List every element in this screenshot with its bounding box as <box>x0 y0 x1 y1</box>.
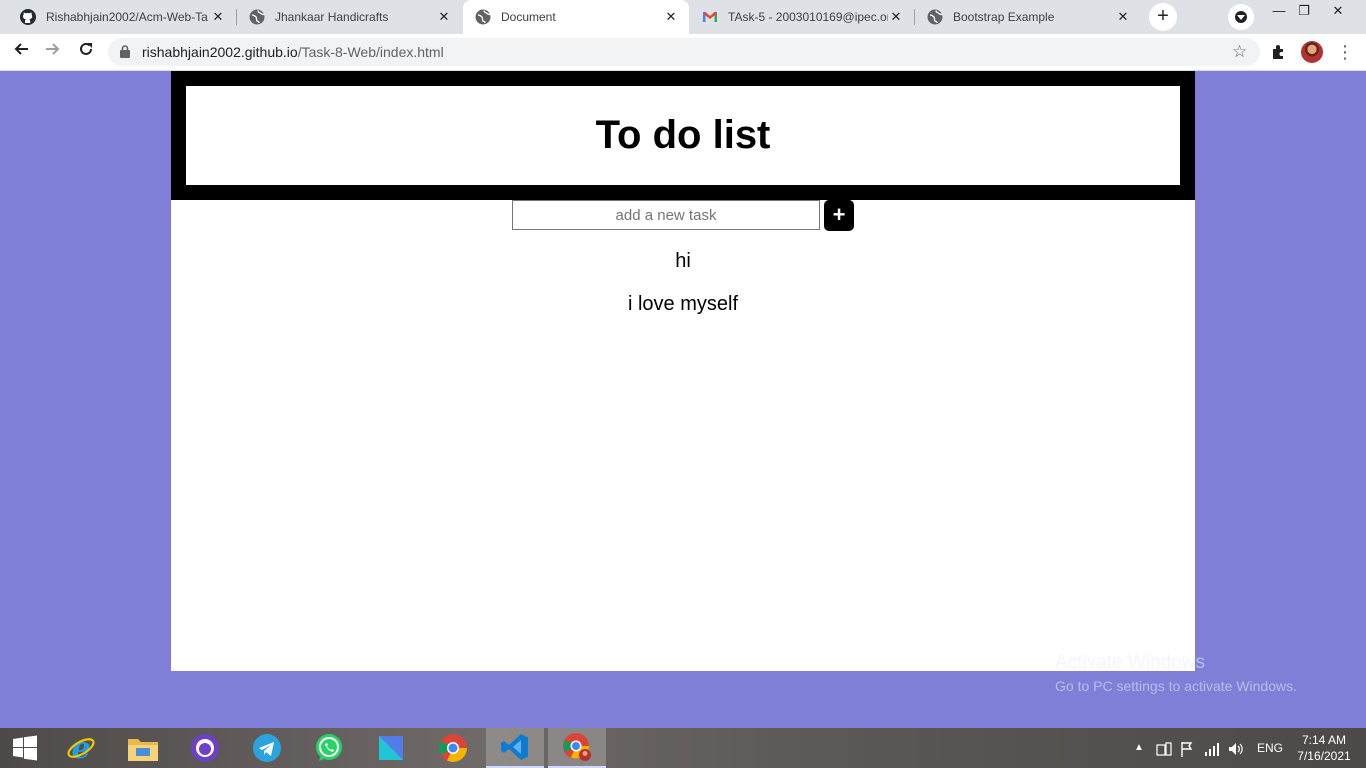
close-icon[interactable]: ✕ <box>663 9 679 25</box>
address-bar[interactable]: rishabhjain2002.github.io/Task-8-Web/ind… <box>108 38 1260 66</box>
arrow-right-icon <box>46 43 60 55</box>
globe-icon <box>927 9 943 25</box>
add-task-button[interactable]: + <box>824 200 854 231</box>
volume-icon[interactable] <box>1228 728 1244 768</box>
new-tab-button[interactable]: + <box>1149 3 1177 31</box>
network-signal-icon[interactable] <box>1204 728 1220 768</box>
reload-button[interactable] <box>72 38 100 66</box>
chevron-down-icon <box>1237 15 1245 20</box>
clock-time: 7:14 AM <box>1301 733 1347 747</box>
tab-title: Rishabhjain2002/Acm-Web-Ta <box>46 10 208 24</box>
profile-avatar[interactable] <box>1301 41 1323 63</box>
lock-icon <box>120 45 130 58</box>
tab-title: TAsk-5 - 2003010169@ipec.or <box>728 10 888 24</box>
github-icon <box>20 9 36 25</box>
github-desktop-icon[interactable] <box>176 728 234 768</box>
header-frame: To do list <box>171 71 1195 200</box>
system-clock[interactable]: 7:14 AM 7/16/2021 <box>1292 732 1356 764</box>
battery-icon[interactable] <box>1156 728 1172 768</box>
todo-app-container: To do list + hi i love myself <box>171 71 1195 671</box>
app-icon[interactable] <box>362 728 420 768</box>
tab-search-button[interactable] <box>1228 4 1254 30</box>
browser-toolbar: rishabhjain2002.github.io/Task-8-Web/ind… <box>0 34 1366 71</box>
telegram-icon[interactable] <box>238 728 296 768</box>
extensions-puzzle-icon[interactable] <box>1270 43 1288 61</box>
watermark-title: Activate Windows <box>1055 652 1205 673</box>
arrow-left-icon <box>14 43 28 55</box>
gmail-icon <box>702 9 718 25</box>
activate-windows-watermark: Activate Windows Go to PC settings to ac… <box>1055 651 1297 697</box>
url-text: rishabhjain2002.github.io/Task-8-Web/ind… <box>142 38 444 66</box>
watermark-text: Go to PC settings to activate Windows. <box>1055 678 1297 694</box>
globe-icon <box>475 9 491 25</box>
page-title: To do list <box>595 113 771 157</box>
close-icon[interactable]: ✕ <box>888 9 904 25</box>
kebab-menu-icon[interactable]: ⋮ <box>1336 39 1354 65</box>
close-icon[interactable]: ✕ <box>210 9 226 25</box>
header-card: To do list <box>186 86 1180 185</box>
task-list: hi i love myself <box>171 249 1195 335</box>
action-center-flag-icon[interactable] <box>1180 728 1194 768</box>
whatsapp-icon[interactable] <box>300 728 358 768</box>
url-host: rishabhjain2002.github.io <box>142 44 298 60</box>
reload-icon <box>80 42 92 55</box>
file-explorer-icon[interactable] <box>114 728 172 768</box>
forward-button[interactable] <box>39 38 67 66</box>
vscode-icon[interactable] <box>486 728 544 768</box>
chrome-profile-icon[interactable] <box>548 728 606 768</box>
new-task-input[interactable] <box>512 200 820 230</box>
tab-gmail[interactable]: TAsk-5 - 2003010169@ipec.or ✕ <box>690 0 914 34</box>
internet-explorer-icon[interactable]: e <box>52 728 110 768</box>
tab-title: Document <box>501 10 556 24</box>
task-item[interactable]: hi <box>171 249 1195 292</box>
svg-text:e: e <box>71 733 90 763</box>
windows-taskbar: e ▲ ENG 7:14 AM 7/16/2021 <box>0 728 1366 768</box>
show-hidden-icons-chevron-up-icon[interactable]: ▲ <box>1134 728 1144 768</box>
chrome-icon[interactable] <box>424 728 482 768</box>
url-path: /Task-8-Web/index.html <box>297 44 444 60</box>
tab-jhankaar[interactable]: Jhankaar Handicrafts ✕ <box>237 0 462 34</box>
page-viewport: To do list + hi i love myself Activate W… <box>0 71 1366 728</box>
tab-title: Jhankaar Handicrafts <box>275 10 389 24</box>
clock-date: 7/16/2021 <box>1297 749 1351 763</box>
task-item[interactable]: i love myself <box>171 292 1195 335</box>
tab-bootstrap[interactable]: Bootstrap Example ✕ <box>915 0 1141 34</box>
language-indicator[interactable]: ENG <box>1257 728 1283 768</box>
globe-icon <box>249 9 265 25</box>
window-close-button[interactable]: ✕ <box>1318 0 1358 34</box>
bookmark-star-icon[interactable]: ☆ <box>1232 38 1247 66</box>
close-icon[interactable]: ✕ <box>1115 9 1131 25</box>
back-button[interactable] <box>7 38 35 66</box>
tab-strip: Rishabhjain2002/Acm-Web-Ta ✕ Jhankaar Ha… <box>0 0 1366 34</box>
windows-start-icon[interactable] <box>0 728 50 768</box>
tab-github-repo[interactable]: Rishabhjain2002/Acm-Web-Ta ✕ <box>8 0 236 34</box>
tab-title: Bootstrap Example <box>953 10 1055 24</box>
close-icon[interactable]: ✕ <box>436 9 452 25</box>
tab-document[interactable]: Document ✕ <box>463 0 689 34</box>
